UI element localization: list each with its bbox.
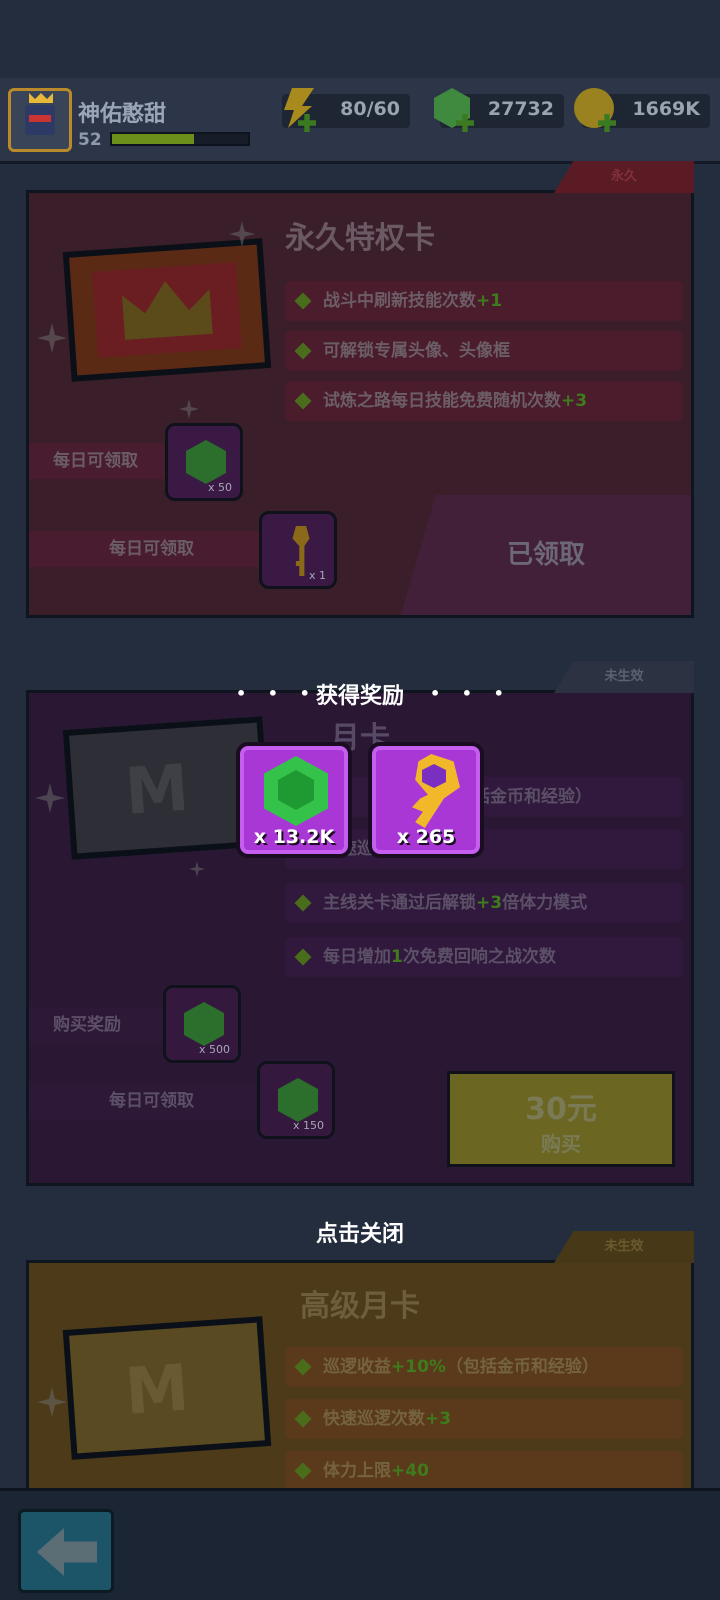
bottom-bar (0, 1488, 720, 1600)
buy-button[interactable]: 30元 购买 (447, 1071, 675, 1167)
feature-highlight: +1 (425, 839, 452, 859)
reward-qty: x 1 (308, 569, 326, 582)
crown-card-image (62, 238, 272, 382)
feature-text: 快速巡逻次数 (323, 1409, 425, 1429)
card-tag: 未生效 (554, 661, 694, 693)
reward-qty: x 50 (207, 481, 232, 494)
energy-value: 80/60 (340, 98, 400, 120)
feature-text: 巡逻收益 (323, 1357, 391, 1377)
feature-row: 快速巡逻次数+1 (285, 829, 683, 869)
reward-slot[interactable]: x 150 (257, 1061, 335, 1139)
monthly-card: 未生效 月卡 M 括金币和经验） 快速巡逻次数+1 主线关卡通过后解锁+3倍体力… (26, 661, 694, 1186)
sparkle-icon (189, 861, 205, 877)
feature-row: 巡逻收益+10%（包括金币和经验） (285, 1347, 683, 1387)
sparkle-icon (179, 399, 199, 419)
reward-slot[interactable]: x 50 (165, 423, 243, 501)
gem-resource[interactable]: 27732 (434, 88, 564, 132)
monthly-card-image: M (62, 716, 272, 860)
feature-highlight: +3 (476, 893, 503, 913)
reward-slot[interactable]: x 1 (259, 511, 337, 589)
feature-text: 括金币和经验） (473, 787, 592, 807)
feature-row: 战斗中刷新技能次数+1 (285, 281, 683, 321)
feature-text: 体力上限 (323, 1461, 391, 1481)
energy-resource[interactable]: 80/60 (282, 88, 410, 132)
feature-highlight: +10% (391, 1357, 446, 1377)
diamond-bullet-icon (294, 342, 312, 360)
top-bar: 神佑憨甜 52 80/60 27732 1669K (0, 78, 720, 164)
card-letter: M (122, 1351, 192, 1430)
feature-highlight: +40 (391, 1461, 429, 1481)
gold-resource[interactable]: 1669K (574, 88, 710, 132)
reward-slot[interactable]: x 500 (163, 985, 241, 1063)
gem-icon (278, 1078, 318, 1122)
player-name: 神佑憨甜 (78, 102, 167, 127)
sparkle-icon (37, 1387, 67, 1417)
feature-text: 可解锁专属头像、头像框 (323, 341, 510, 361)
xp-bar (110, 132, 250, 146)
back-button[interactable] (18, 1509, 114, 1593)
premium-card-image: M (62, 1316, 272, 1460)
diamond-bullet-icon (294, 948, 312, 966)
crown-icon (29, 93, 53, 103)
gem-value: 27732 (487, 98, 554, 120)
diamond-bullet-icon (294, 894, 312, 912)
feature-text: 主线关卡通过后解锁 (323, 893, 476, 913)
feature-highlight: +3 (425, 1409, 452, 1429)
card-tag: 未生效 (554, 1231, 694, 1263)
gem-icon (186, 440, 226, 484)
feature-row: 试炼之路每日技能免费随机次数+3 (285, 381, 683, 421)
diamond-bullet-icon (294, 392, 312, 410)
feature-highlight: +3 (561, 391, 588, 411)
sparkle-icon (37, 323, 67, 353)
diamond-bullet-icon (294, 840, 312, 858)
diamond-bullet-icon (294, 1358, 312, 1376)
diamond-bullet-icon (294, 1410, 312, 1428)
feature-text: 战斗中刷新技能次数 (323, 291, 476, 311)
feature-row: 括金币和经验） (285, 777, 683, 817)
feature-row: 可解锁专属头像、头像框 (285, 331, 683, 371)
sparkle-icon (35, 783, 65, 813)
feature-text-suffix: （包括金币和经验） (445, 1357, 599, 1377)
feature-text-suffix: 次免费回响之战次数 (402, 947, 556, 967)
gold-value: 1669K (632, 98, 700, 120)
player-avatar[interactable] (8, 88, 72, 152)
reward-qty: x 150 (292, 1119, 324, 1132)
game-screen: 神佑憨甜 52 80/60 27732 1669K 永久 永久特权卡 战斗中刷新… (0, 0, 720, 1600)
card-title: 高级月卡 (300, 1289, 420, 1324)
card-letter: M (122, 751, 192, 830)
claimed-status: 已领取 (401, 495, 691, 615)
feature-highlight: +1 (476, 291, 503, 311)
feature-row: 每日增加1次免费回响之战次数 (285, 937, 683, 977)
feature-text-suffix: 倍体力模式 (502, 893, 588, 913)
player-level: 52 (78, 130, 102, 150)
feature-row: 主线关卡通过后解锁+3倍体力模式 (285, 883, 683, 923)
feature-row: 体力上限+40 (285, 1451, 683, 1491)
diamond-bullet-icon (294, 1462, 312, 1480)
card-tag: 永久 (554, 161, 694, 193)
xp-bar-fill (112, 134, 194, 144)
feature-text: 快速巡逻次数 (323, 839, 425, 859)
feature-row: 快速巡逻次数+3 (285, 1399, 683, 1439)
price-label: 30元 (525, 1092, 597, 1127)
feature-text: 试炼之路每日技能免费随机次数 (323, 391, 561, 411)
permanent-privilege-card: 永久 永久特权卡 战斗中刷新技能次数+1 可解锁专属头像、头像框 试炼之路每日技… (26, 161, 694, 618)
arrow-left-icon (37, 1528, 97, 1576)
feature-text: 每日增加 (323, 947, 391, 967)
add-energy-icon[interactable] (298, 114, 316, 132)
feature-highlight: 1 (391, 947, 403, 967)
buy-label: 购买 (541, 1132, 581, 1156)
reward-qty: x 500 (198, 1043, 230, 1056)
diamond-bullet-icon (294, 788, 312, 806)
avatar-visor (29, 115, 51, 122)
diamond-bullet-icon (294, 292, 312, 310)
gem-icon (184, 1002, 224, 1046)
